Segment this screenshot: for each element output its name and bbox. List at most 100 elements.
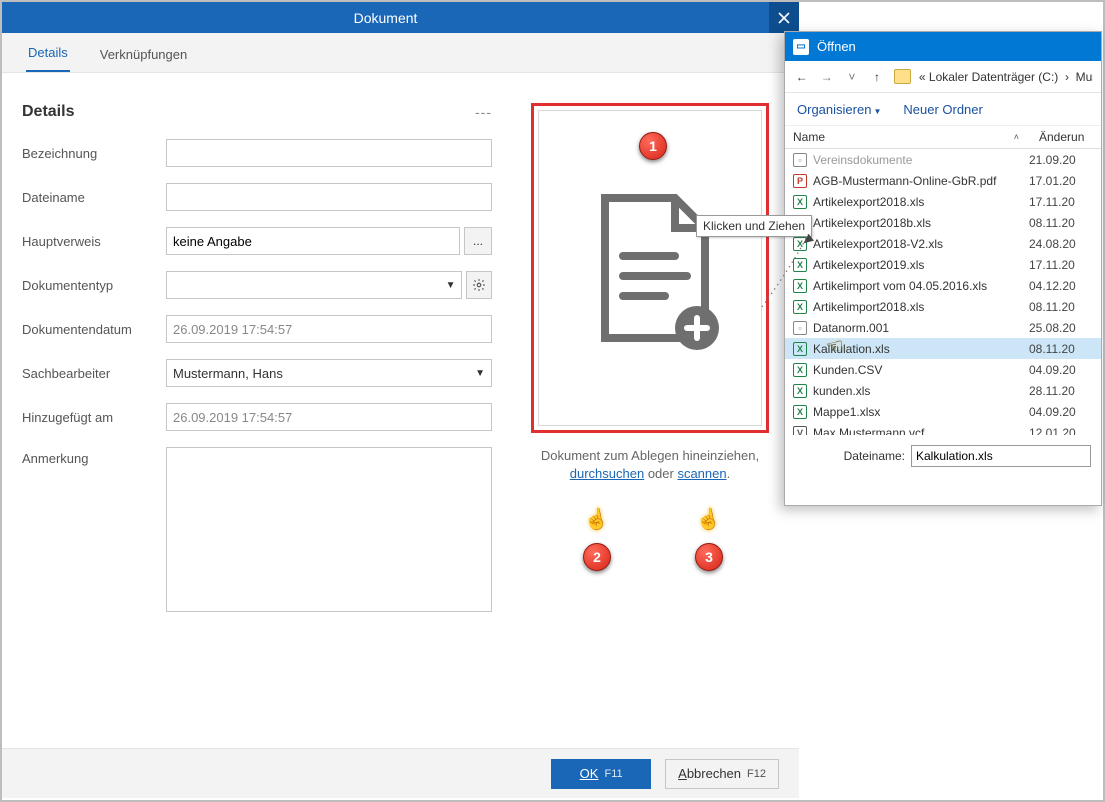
browse-link[interactable]: durchsuchen (570, 466, 644, 481)
file-open-title: Öffnen (817, 39, 856, 54)
file-date: 25.08.20 (1029, 321, 1093, 335)
section-menu-button[interactable]: --- (475, 104, 492, 120)
dokumentendatum-value (166, 315, 492, 343)
file-type-icon: X (793, 279, 807, 293)
file-row[interactable]: XArtikelexport2018-V2.xls24.08.20 (785, 233, 1101, 254)
annotation-bubble-1: 1 (639, 132, 667, 160)
document-titlebar: Dokument (2, 2, 799, 33)
file-date: 17.11.20 (1029, 195, 1093, 209)
file-row[interactable]: XArtikelexport2018b.xls08.11.20 (785, 212, 1101, 233)
file-date: 21.09.20 (1029, 153, 1093, 167)
file-open-footer: Dateiname: (785, 435, 1101, 477)
section-title: Details (22, 103, 74, 121)
file-name: Artikelexport2018.xls (813, 195, 924, 209)
file-row[interactable]: X Artikelexport2019.xls 17.11.20 (785, 254, 1101, 275)
dokumententyp-settings-button[interactable] (466, 271, 492, 299)
drop-hint: Dokument zum Ablegen hineinziehen, durch… (541, 447, 759, 483)
file-date: 04.09.20 (1029, 405, 1093, 419)
file-type-icon: X (793, 195, 807, 209)
file-date: 28.11.20 (1029, 384, 1093, 398)
file-type-icon: ▫ (793, 321, 807, 335)
file-type-icon: X (793, 300, 807, 314)
file-type-icon: X (793, 237, 807, 251)
chevron-down-icon: ▼ (475, 368, 485, 379)
file-name: Datanorm.001 (813, 321, 889, 335)
chevron-down-icon: ▼ (446, 280, 456, 291)
file-row[interactable]: ▫ Datanorm.001 25.08.20 (785, 317, 1101, 338)
file-row[interactable]: X Artikelimport2018.xls 08.11.20 (785, 296, 1101, 317)
file-list-header: Name ˄ Änderun (785, 125, 1101, 149)
file-row[interactable]: X Artikelexport2018.xls 17.11.20 (785, 191, 1101, 212)
tabstrip: Details Verknüpfungen (2, 33, 799, 73)
cancel-button[interactable]: Abbrechen F12 (665, 759, 779, 789)
file-row[interactable]: XArtikelimport vom 04.05.2016.xls04.12.2… (785, 275, 1101, 296)
file-name: AGB-Mustermann-Online-GbR.pdf (813, 174, 996, 188)
nav-recent-button[interactable]: ˅ (843, 70, 860, 84)
nav-back-button[interactable]: ← (793, 70, 810, 84)
nav-up-button[interactable]: ↑ (868, 70, 885, 84)
label-hauptverweis: Hauptverweis (22, 234, 166, 249)
close-icon (778, 12, 790, 24)
dateiname-input[interactable] (166, 183, 492, 211)
file-name: kunden.xls (813, 384, 870, 398)
new-folder-button[interactable]: Neuer Ordner (903, 102, 982, 117)
file-name: Max Mustermann.vcf (813, 426, 924, 436)
nav-forward-button[interactable]: → (818, 70, 835, 84)
anmerkung-textarea[interactable] (166, 447, 492, 612)
hauptverweis-browse-button[interactable]: ... (464, 227, 492, 255)
file-date: 12.01.20 (1029, 426, 1093, 436)
file-row[interactable]: Xkunden.xls 28.11.20 (785, 380, 1101, 401)
close-button[interactable] (769, 2, 799, 33)
breadcrumb[interactable]: « Lokaler Datenträger (C:) › Must (919, 70, 1093, 84)
label-dokumententyp: Dokumententyp (22, 278, 166, 293)
annotation-bubble-2: 2 (583, 543, 611, 571)
tab-links[interactable]: Verknüpfungen (98, 37, 189, 72)
scan-link[interactable]: scannen (677, 466, 726, 481)
hauptverweis-input[interactable] (166, 227, 460, 255)
column-name[interactable]: Name ˄ (785, 126, 1035, 148)
sachbearbeiter-select[interactable]: Mustermann, Hans ▼ (166, 359, 492, 387)
file-date: 24.08.20 (1029, 237, 1093, 251)
file-row[interactable]: ▫ Vereinsdokumente 21.09.20 (785, 149, 1101, 170)
file-type-icon: X (793, 363, 807, 377)
label-anmerkung: Anmerkung (22, 447, 166, 466)
file-open-dialog: ▭ Öffnen ← → ˅ ↑ « Lokaler Datenträger (… (784, 31, 1102, 506)
file-type-icon: X (793, 342, 807, 356)
organise-menu[interactable]: Organisieren▼ (797, 102, 881, 117)
file-date: 04.09.20 (1029, 363, 1093, 377)
column-date[interactable]: Änderun (1035, 126, 1101, 148)
file-row[interactable]: PAGB-Mustermann-Online-GbR.pdf17.01.20 (785, 170, 1101, 191)
filename-input[interactable] (911, 445, 1091, 467)
file-open-toolbar: Organisieren▼ Neuer Ordner (785, 93, 1101, 125)
file-date: 17.11.20 (1029, 258, 1093, 272)
file-type-icon: X (793, 384, 807, 398)
file-name: Kunden.CSV (813, 363, 882, 377)
bezeichnung-input[interactable] (166, 139, 492, 167)
file-name: Artikelimport2018.xls (813, 300, 924, 314)
file-open-titlebar: ▭ Öffnen (785, 32, 1101, 61)
sort-asc-icon: ˄ (1014, 132, 1019, 142)
label-dokumentendatum: Dokumentendatum (22, 322, 166, 337)
file-list: Name ˄ Änderun ▫ Vereinsdokumente 21.09.20… (785, 125, 1101, 435)
file-type-icon: X (793, 258, 807, 272)
file-row[interactable]: VMax Mustermann.vcf12.01.20 (785, 422, 1101, 435)
file-name: Artikelexport2018b.xls (813, 216, 931, 230)
file-row[interactable]: X Kunden.CSV 04.09.20 (785, 359, 1101, 380)
dokumententyp-select[interactable]: ▼ (166, 271, 462, 299)
label-bezeichnung: Bezeichnung (22, 146, 166, 161)
annotation-bubble-3: 3 (695, 543, 723, 571)
file-name: Vereinsdokumente (813, 153, 912, 167)
file-row[interactable]: X Mappe1.xlsx 04.09.20 (785, 401, 1101, 422)
hinzugefuegt-value (166, 403, 492, 431)
tab-details[interactable]: Details (26, 35, 70, 72)
file-date: 17.01.20 (1029, 174, 1093, 188)
ok-button[interactable]: OK F11 (551, 759, 651, 789)
file-type-icon: ▫ (793, 153, 807, 167)
file-name: Mappe1.xlsx (813, 405, 880, 419)
file-type-icon: X (793, 405, 807, 419)
label-hinzugefuegt: Hinzugefügt am (22, 410, 166, 425)
file-date: 08.11.20 (1029, 300, 1093, 314)
file-row[interactable]: XKalkulation.xls08.11.20 (785, 338, 1101, 359)
app-icon: ▭ (793, 39, 809, 55)
file-name: Artikelexport2019.xls (813, 258, 924, 272)
